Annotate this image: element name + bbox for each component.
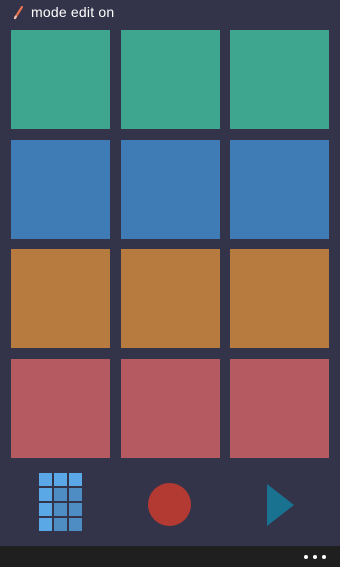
pad-r1-c3[interactable]	[230, 30, 329, 129]
more-dots-icon	[313, 555, 317, 559]
pad-grid-icon	[69, 503, 82, 516]
pad-grid-icon	[69, 473, 82, 486]
pad-grid-button[interactable]	[39, 473, 82, 531]
pad-grid-icon	[39, 503, 52, 516]
pad-r4-c3[interactable]	[230, 359, 329, 458]
pad-r1-c1[interactable]	[11, 30, 110, 129]
more-dots-icon	[304, 555, 308, 559]
play-button[interactable]	[265, 484, 295, 526]
pad-grid-icon	[54, 503, 67, 516]
more-button[interactable]	[304, 551, 326, 563]
transport-controls	[0, 470, 340, 546]
pad-grid-icon	[69, 488, 82, 501]
app-bar	[0, 546, 340, 567]
pad-r3-c2[interactable]	[121, 249, 220, 348]
pad-grid-icon	[69, 518, 82, 531]
pad-grid-icon	[39, 473, 52, 486]
play-icon	[267, 484, 294, 526]
pad-r4-c1[interactable]	[11, 359, 110, 458]
record-button[interactable]	[148, 483, 191, 526]
pad-grid-icon	[39, 488, 52, 501]
pad-grid-icon	[54, 473, 67, 486]
pad-grid	[0, 0, 340, 470]
pad-r2-c1[interactable]	[11, 140, 110, 239]
pad-r2-c3[interactable]	[230, 140, 329, 239]
pad-grid-icon	[54, 488, 67, 501]
more-dots-icon	[322, 555, 326, 559]
pad-r3-c1[interactable]	[11, 249, 110, 348]
pad-r1-c2[interactable]	[121, 30, 220, 129]
pad-r2-c2[interactable]	[121, 140, 220, 239]
pad-r4-c2[interactable]	[121, 359, 220, 458]
pad-grid-icon	[39, 518, 52, 531]
pad-grid-icon	[54, 518, 67, 531]
pad-r3-c3[interactable]	[230, 249, 329, 348]
